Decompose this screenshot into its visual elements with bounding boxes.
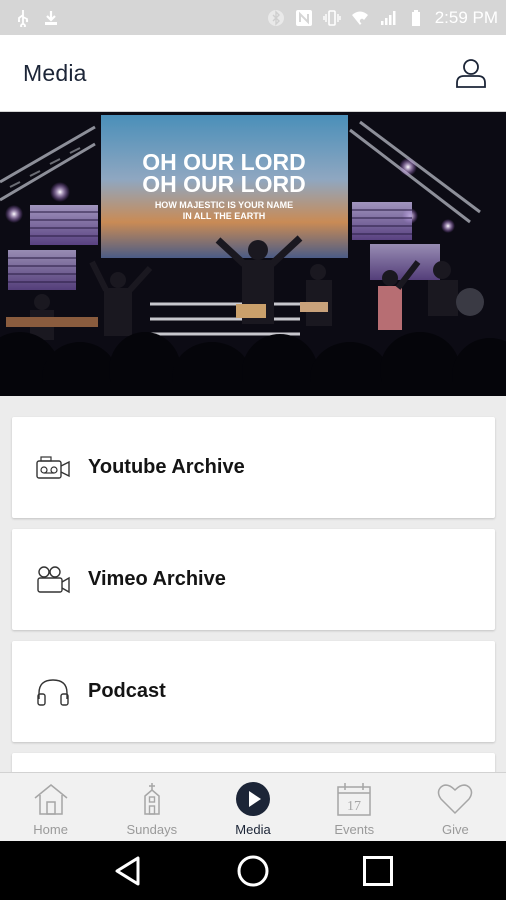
tab-give[interactable]: Give bbox=[405, 773, 506, 841]
calendar-day: 17 bbox=[347, 799, 361, 814]
person-icon bbox=[456, 59, 486, 88]
bluetooth-icon bbox=[267, 9, 284, 26]
tab-sundays[interactable]: Sundays bbox=[101, 773, 202, 841]
back-triangle-icon bbox=[115, 856, 140, 885]
tab-home[interactable]: Home bbox=[0, 773, 101, 841]
bottom-tab-bar: Home Sundays Media 17 Events Give bbox=[0, 772, 506, 841]
hero-worship-image: OH OUR LORD OH OUR LORD HOW MAJESTIC IS … bbox=[0, 112, 506, 396]
worship-stage-illustration: OH OUR LORD OH OUR LORD HOW MAJESTIC IS … bbox=[0, 112, 506, 396]
video-camera-icon bbox=[35, 453, 71, 483]
recents-button[interactable] bbox=[356, 849, 400, 893]
recents-square-icon bbox=[363, 855, 394, 886]
church-icon bbox=[134, 781, 170, 817]
home-icon bbox=[33, 781, 69, 817]
tab-label: Media bbox=[235, 822, 271, 837]
headphones-icon bbox=[35, 677, 71, 707]
system-nav-bar bbox=[0, 841, 506, 900]
status-right: 2:59 PM bbox=[267, 8, 498, 28]
download-icon bbox=[45, 10, 57, 25]
menu-item-podcast[interactable]: Podcast bbox=[12, 641, 495, 742]
tab-label: Home bbox=[33, 822, 68, 837]
movie-camera-icon bbox=[35, 565, 71, 595]
tab-label: Sundays bbox=[126, 822, 178, 837]
wifi-icon bbox=[351, 11, 368, 25]
calendar-icon: 17 bbox=[336, 781, 372, 817]
menu-item-label: Vimeo Archive bbox=[88, 568, 226, 590]
signal-icon bbox=[380, 10, 396, 25]
tab-media[interactable]: Media bbox=[202, 773, 303, 841]
media-screen: 2:59 PM Media OH OUR LORD OH OUR LORD HO… bbox=[0, 0, 506, 900]
menu-item-label: Youtube Archive bbox=[88, 456, 245, 478]
screen-line-3: HOW MAJESTIC IS YOUR NAME bbox=[155, 200, 293, 210]
status-bar: 2:59 PM bbox=[0, 0, 506, 35]
home-circle-icon bbox=[237, 855, 269, 886]
screen-line-4: IN ALL THE EARTH bbox=[183, 211, 266, 221]
tab-label: Events bbox=[334, 822, 375, 837]
status-time: 2:59 PM bbox=[434, 7, 498, 27]
play-icon bbox=[235, 781, 271, 817]
usb-icon bbox=[18, 9, 29, 27]
tab-events[interactable]: 17 Events bbox=[304, 773, 405, 841]
screen-line-2: OH OUR LORD bbox=[142, 171, 306, 197]
media-menu-list: Youtube Archive Vimeo Archive Podcast bbox=[0, 396, 506, 772]
menu-item-youtube-archive[interactable]: Youtube Archive bbox=[12, 417, 495, 518]
battery-icon bbox=[411, 9, 420, 26]
menu-item-label: Podcast bbox=[88, 680, 166, 702]
back-button[interactable] bbox=[106, 849, 150, 893]
home-nav-button[interactable] bbox=[231, 849, 275, 893]
nfc-icon bbox=[295, 9, 312, 26]
profile-button[interactable] bbox=[454, 56, 488, 90]
status-left bbox=[14, 9, 60, 27]
page-title: Media bbox=[23, 59, 87, 86]
tab-label: Give bbox=[442, 822, 469, 837]
vibrate-icon bbox=[322, 9, 341, 26]
heart-icon bbox=[437, 781, 473, 817]
app-header: Media bbox=[0, 35, 506, 112]
menu-item-vimeo-archive[interactable]: Vimeo Archive bbox=[12, 529, 495, 630]
menu-item-partial[interactable] bbox=[12, 753, 495, 772]
